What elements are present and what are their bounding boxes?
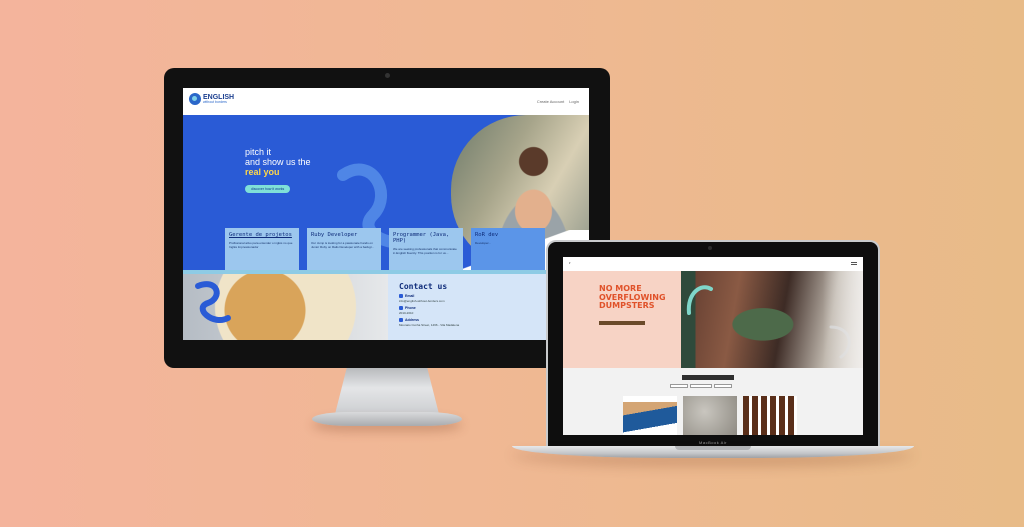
- imac-display: ENGLISH without borders Create Account L…: [164, 68, 610, 368]
- camera-icon: [708, 246, 712, 250]
- site-header: ENGLISH without borders Create Account L…: [183, 88, 589, 115]
- desktop-website-screen: ENGLISH without borders Create Account L…: [183, 88, 589, 340]
- create-account-link[interactable]: Create Account: [537, 99, 564, 104]
- imac-stand-foot: [312, 412, 462, 426]
- contact-info: Contact us Email info@english-without-bo…: [399, 282, 459, 327]
- job-description: Our Jump is looking for a passionate han…: [311, 241, 375, 249]
- contact-section: Contact us Email info@english-without-bo…: [183, 274, 589, 340]
- laptop-hero-photo: [681, 271, 863, 368]
- macbook-notch: [675, 446, 751, 450]
- imac-stand-neck: [334, 368, 440, 418]
- email-icon: [399, 294, 403, 298]
- laptop-hero-button[interactable]: [599, 321, 645, 325]
- job-card[interactable]: Ruby Developer Our Jump is looking for a…: [307, 228, 381, 270]
- macbook-label: MacBook Air: [699, 440, 727, 445]
- laptop-site-header: ◐: [563, 257, 863, 271]
- globe-photo: [183, 274, 388, 340]
- job-card[interactable]: Programmer (Java, PHP) We are seeking pr…: [389, 228, 463, 270]
- email-label: Email: [405, 294, 415, 298]
- job-cards: Gerente de projetos Profissional ativo p…: [225, 228, 545, 270]
- laptop-hero-title: NO MORE OVERFLOWING DUMPSTERS: [599, 284, 666, 311]
- job-title: Programmer (Java, PHP): [393, 232, 450, 244]
- laptop-section-button[interactable]: [682, 375, 734, 380]
- filter-input[interactable]: [714, 384, 732, 388]
- job-description: Developer...: [475, 241, 492, 245]
- address-label: Address: [405, 318, 420, 322]
- filter-input[interactable]: [690, 384, 712, 388]
- phone-label: Phone: [405, 306, 416, 310]
- location-pin-icon: [399, 318, 403, 322]
- job-card[interactable]: RoR dev Developer...: [471, 228, 545, 270]
- job-title: Gerente de projetos: [229, 232, 292, 238]
- phone-icon: [399, 306, 403, 310]
- hamburger-menu-icon[interactable]: [851, 262, 857, 265]
- product-image[interactable]: [683, 396, 737, 435]
- hero-title-line-3: DUMPSTERS: [599, 301, 655, 310]
- hero-highlight: real you: [245, 167, 280, 177]
- job-title: RoR dev: [475, 232, 499, 238]
- login-link[interactable]: Login: [569, 99, 579, 104]
- site-logo[interactable]: ENGLISH without borders: [189, 93, 234, 105]
- contact-title: Contact us: [399, 282, 448, 291]
- product-image[interactable]: [743, 396, 797, 435]
- job-card[interactable]: Gerente de projetos Profissional ativo p…: [225, 228, 299, 270]
- job-description: We are seeking professionals that commun…: [393, 247, 457, 255]
- job-description: Profissional ativo para entender o inglê…: [229, 241, 293, 249]
- hero-line-1: pitch it: [245, 147, 272, 157]
- macbook-display: ◐ NO MORE OVERFLOWING DUMPSTERS: [546, 240, 880, 448]
- job-title: Ruby Developer: [311, 232, 358, 238]
- speech-bubble-logo-icon: [189, 93, 201, 105]
- laptop-product-grid: [623, 396, 797, 435]
- camera-icon: [385, 73, 390, 78]
- recycle-arrow-icon: [686, 285, 713, 315]
- filter-input[interactable]: [670, 384, 688, 388]
- product-image[interactable]: [623, 396, 677, 435]
- logo-line2: without borders: [203, 99, 227, 104]
- header-nav: Create Account Login: [537, 99, 579, 104]
- email-value[interactable]: info@english-without-borders.com: [399, 299, 459, 303]
- laptop-filter-inputs: [670, 384, 732, 388]
- phone-value[interactable]: 2010-2010: [399, 311, 459, 315]
- discover-button[interactable]: discover how it works: [245, 185, 291, 193]
- address-value: Mounato Cunha Street, 1466 - Vila Madale…: [399, 323, 460, 327]
- recycle-arrow-icon: [829, 325, 851, 359]
- laptop-website-screen: ◐ NO MORE OVERFLOWING DUMPSTERS: [563, 257, 863, 435]
- squiggle-decoration-icon: [195, 281, 231, 323]
- laptop-site-logo-icon[interactable]: ◐: [569, 261, 571, 265]
- hero-line-2: and show us the: [245, 157, 311, 167]
